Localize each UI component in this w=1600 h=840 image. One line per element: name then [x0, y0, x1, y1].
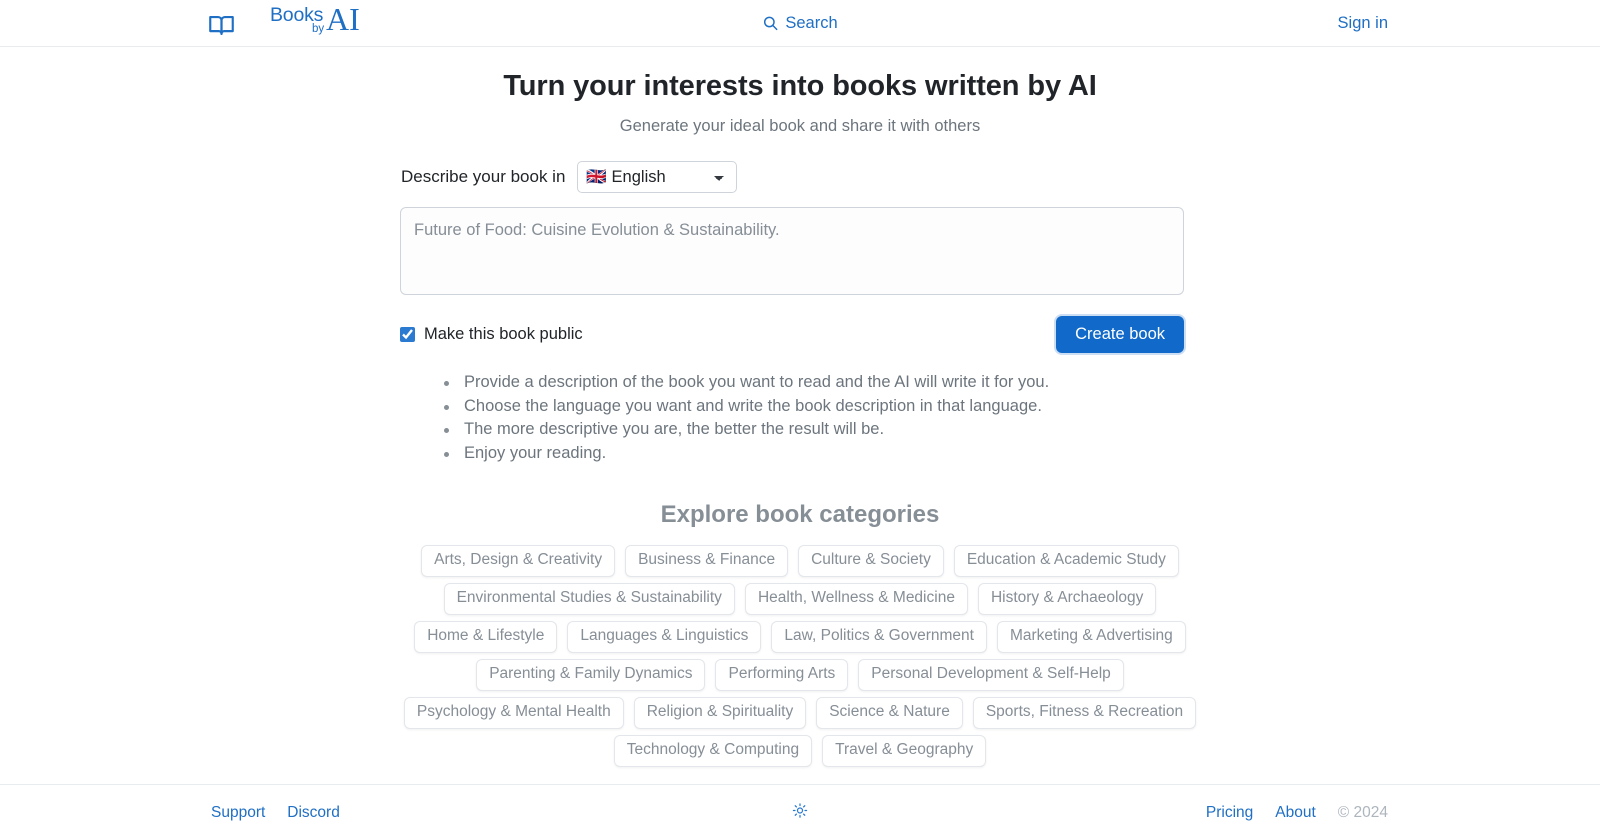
category-chip[interactable]: Technology & Computing [613, 734, 813, 767]
brand-wordmark: Books by AI [244, 3, 360, 43]
category-chip[interactable]: Arts, Design & Creativity [421, 545, 616, 577]
make-public-toggle[interactable]: Make this book public [400, 325, 583, 344]
language-row: Describe your book in 🇬🇧 English [400, 161, 1200, 193]
tips-list: Provide a description of the book you wa… [400, 371, 1200, 465]
sun-icon [792, 802, 808, 823]
category-chip[interactable]: Health, Wellness & Medicine [744, 582, 968, 615]
open-book-icon [208, 12, 235, 39]
category-chip[interactable]: Culture & Society [798, 545, 944, 577]
search-icon [762, 15, 778, 31]
category-chip[interactable]: Performing Arts [715, 658, 849, 691]
sign-in-link[interactable]: Sign in [1338, 14, 1388, 33]
category-chip-list: Arts, Design & Creativity Business & Fin… [400, 545, 1200, 767]
category-chip[interactable]: Parenting & Family Dynamics [476, 658, 706, 691]
category-chip[interactable]: Sports, Fitness & Recreation [972, 696, 1197, 729]
category-chip[interactable]: Environmental Studies & Sustainability [443, 582, 735, 615]
brand-text-ai: AI [326, 1, 360, 37]
list-item: The more descriptive you are, the better… [444, 418, 1200, 442]
page-title: Turn your interests into books written b… [503, 70, 1097, 102]
main-content: Turn your interests into books written b… [400, 47, 1200, 840]
book-description-input[interactable] [400, 207, 1184, 295]
category-chip[interactable]: Education & Academic Study [953, 545, 1179, 577]
page-footer: Support Discord Pricing About © 2024 [0, 784, 1600, 840]
footer-link-about[interactable]: About [1275, 804, 1316, 822]
categories-heading: Explore book categories [660, 501, 940, 528]
footer-link-support[interactable]: Support [211, 804, 265, 822]
footer-right-links: Pricing About © 2024 [1206, 804, 1388, 822]
list-item: Enjoy your reading. [444, 442, 1200, 466]
category-chip[interactable]: Personal Development & Self-Help [858, 658, 1124, 691]
category-chip[interactable]: History & Archaeology [977, 582, 1157, 615]
search-nav-link[interactable]: Search [762, 13, 838, 33]
language-select[interactable]: 🇬🇧 English [577, 161, 738, 193]
page-subtitle: Generate your ideal book and share it wi… [619, 117, 981, 135]
category-chip[interactable]: Law, Politics & Government [771, 620, 987, 653]
top-navbar: Books by AI Search Sign in [0, 0, 1600, 47]
list-item: Provide a description of the book you wa… [444, 371, 1200, 395]
list-item: Choose the language you want and write t… [444, 395, 1200, 419]
category-chip[interactable]: Home & Lifestyle [414, 620, 558, 653]
brand-logo[interactable]: Books by AI [208, 3, 360, 43]
category-chip[interactable]: Marketing & Advertising [996, 620, 1186, 653]
brand-text-by: by [312, 23, 325, 35]
make-public-checkbox[interactable] [400, 327, 415, 342]
theme-toggle-button[interactable] [792, 802, 808, 823]
category-chip[interactable]: Travel & Geography [822, 734, 987, 767]
search-nav-label: Search [785, 13, 838, 32]
make-public-label: Make this book public [424, 325, 583, 343]
create-book-button[interactable]: Create book [1056, 316, 1184, 353]
footer-left-links: Support Discord [211, 804, 340, 822]
action-row: Make this book public Create book [400, 316, 1184, 353]
category-chip[interactable]: Science & Nature [816, 696, 963, 729]
category-chip[interactable]: Business & Finance [625, 545, 789, 577]
footer-link-pricing[interactable]: Pricing [1206, 804, 1253, 822]
footer-link-discord[interactable]: Discord [287, 804, 340, 822]
describe-label: Describe your book in [401, 167, 566, 186]
category-chip[interactable]: Languages & Linguistics [567, 620, 762, 653]
category-chip[interactable]: Psychology & Mental Health [403, 696, 624, 729]
category-chip[interactable]: Religion & Spirituality [633, 696, 807, 729]
footer-copyright: © 2024 [1337, 803, 1388, 821]
